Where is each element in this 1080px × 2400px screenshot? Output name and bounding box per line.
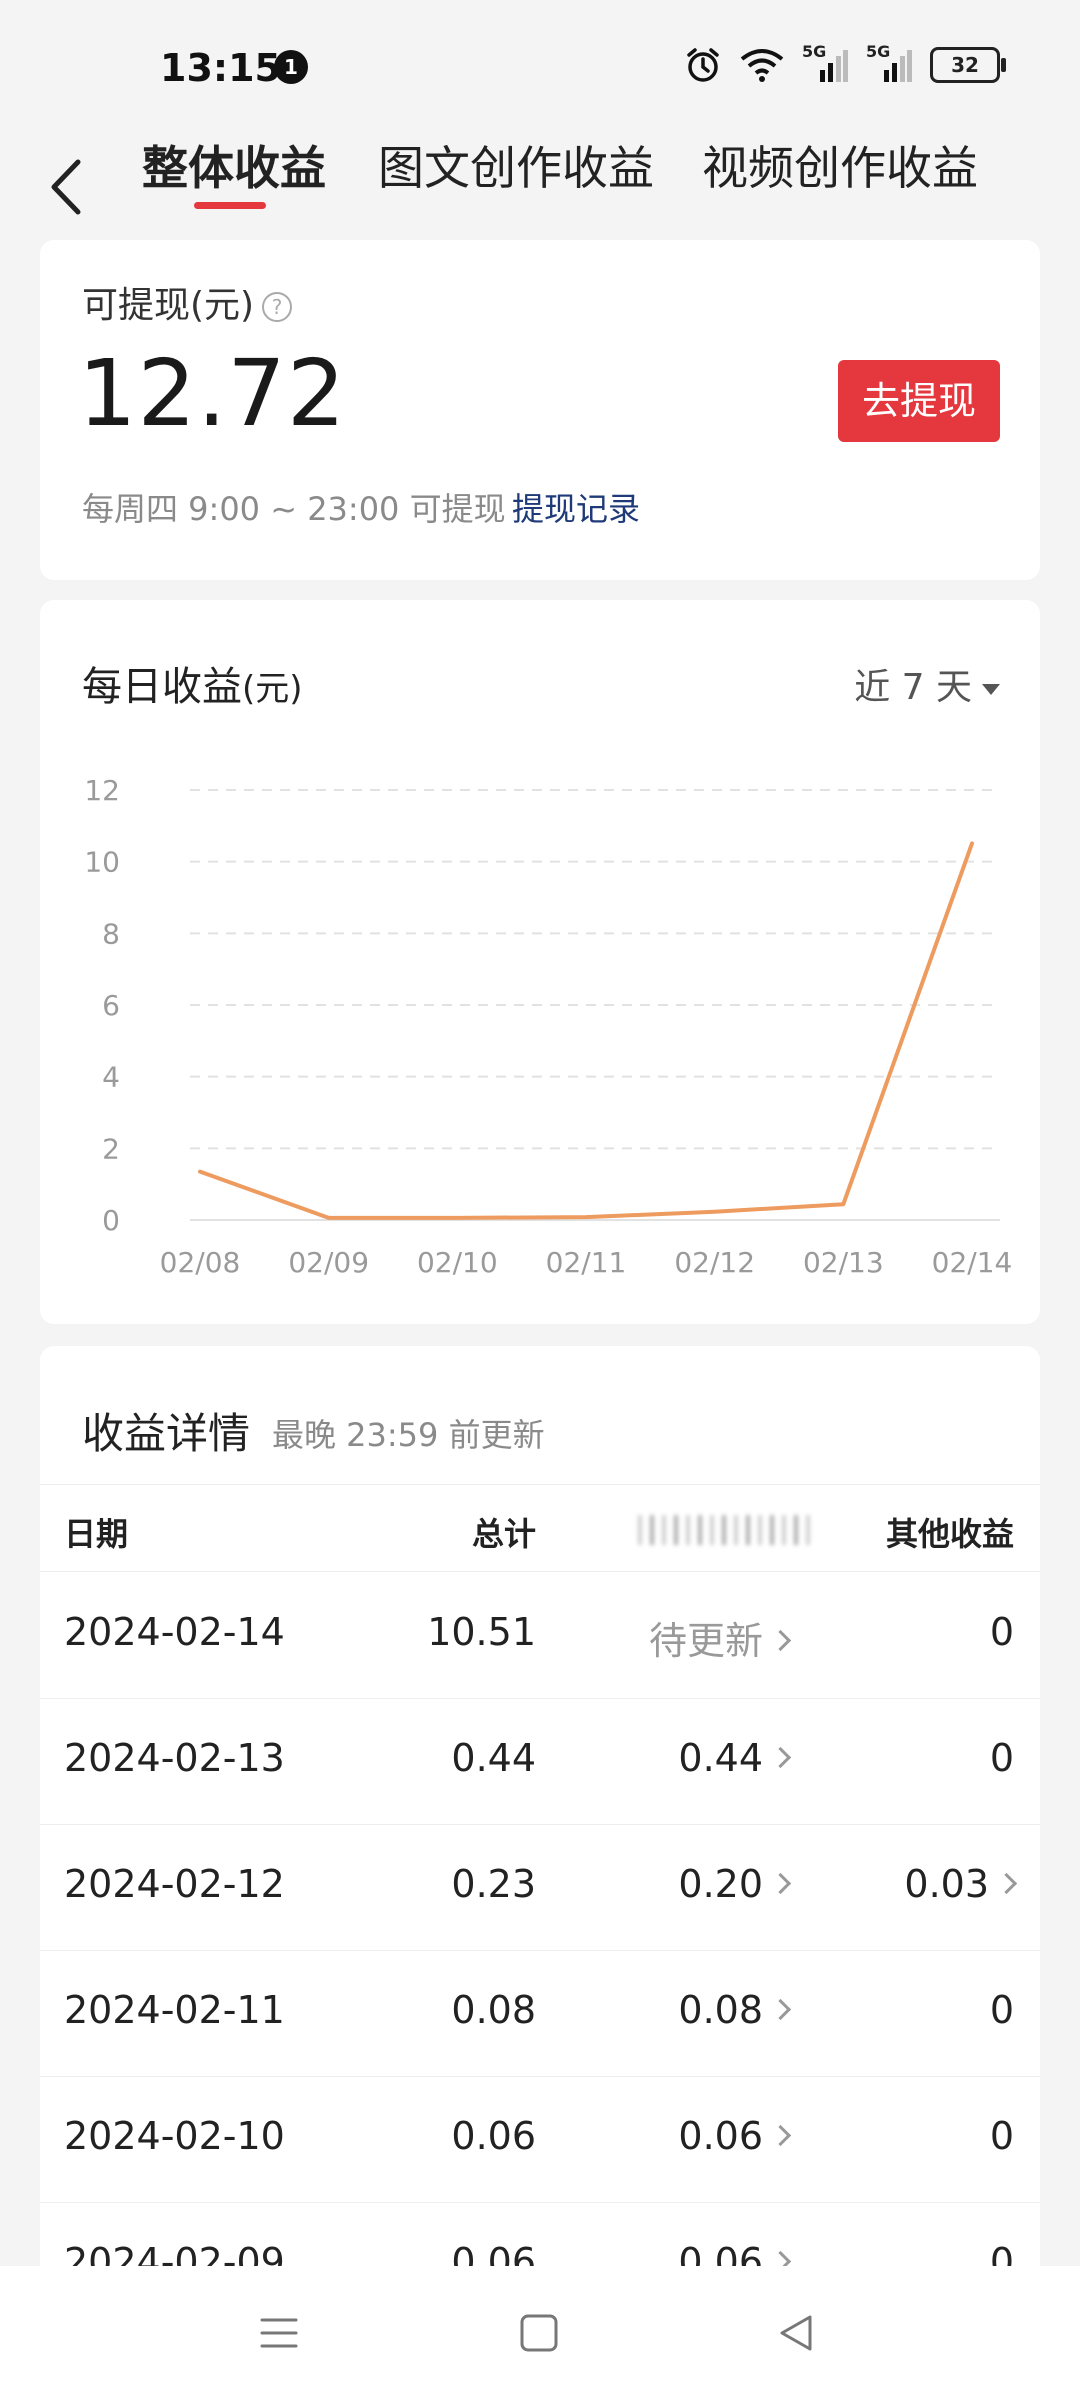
row-category[interactable]: 0.44 bbox=[678, 1736, 792, 1780]
row-total: 0.08 bbox=[451, 1988, 536, 2032]
x-tick-label: 02/09 bbox=[288, 1246, 369, 1279]
chevron-right-icon bbox=[769, 1629, 792, 1652]
active-tab-indicator bbox=[194, 202, 266, 209]
battery-icon: 32 bbox=[930, 47, 1006, 83]
balance-card: 可提现(元)? 12.72 去提现 每周四 9:00 ~ 23:00 可提现 提… bbox=[40, 240, 1040, 580]
chevron-right-icon bbox=[995, 1872, 1018, 1895]
chevron-left-icon bbox=[51, 159, 81, 215]
y-tick-label: 2 bbox=[102, 1132, 120, 1165]
chevron-right-icon bbox=[769, 1746, 792, 1769]
row-other: 0 bbox=[989, 2114, 1014, 2158]
x-tick-label: 02/13 bbox=[803, 1246, 884, 1279]
withdraw-button[interactable]: 去提现 bbox=[838, 360, 1000, 442]
chevron-right-icon bbox=[769, 1872, 792, 1895]
data-point bbox=[970, 841, 974, 845]
header-obscured bbox=[630, 1515, 810, 1545]
withdraw-record-link[interactable]: 提现记录 bbox=[512, 484, 640, 530]
data-point bbox=[455, 1216, 459, 1220]
row-other[interactable]: 0.03 bbox=[904, 1862, 1018, 1906]
row-total: 0.44 bbox=[451, 1736, 536, 1780]
back-nav-button[interactable] bbox=[776, 2312, 818, 2358]
tab-article[interactable]: 图文创作收益 bbox=[378, 132, 654, 198]
series-line bbox=[198, 841, 974, 1220]
x-tick-label: 02/12 bbox=[674, 1246, 755, 1279]
notification-badge: 1 bbox=[274, 50, 308, 84]
daily-earnings-chart: 0 2 4 6 8 10 12 02/08 02/09 02/10 02/11 02/12 02/13 0… bbox=[84, 774, 1013, 1279]
row-total: 0.23 bbox=[451, 1862, 536, 1906]
clock: 13:15 bbox=[160, 46, 281, 90]
y-tick-label: 8 bbox=[102, 917, 120, 950]
table-row[interactable]: 2024-02-14 10.51 待更新 0 bbox=[40, 1572, 1040, 1699]
row-other: 0 bbox=[989, 1736, 1014, 1780]
home-icon bbox=[520, 2314, 558, 2352]
row-date: 2024-02-14 bbox=[64, 1610, 285, 1654]
header-date: 日期 bbox=[64, 1515, 129, 1553]
row-other: 0 bbox=[989, 1610, 1014, 1654]
header-total: 总计 bbox=[471, 1515, 536, 1553]
row-total: 0.06 bbox=[451, 2114, 536, 2158]
table-row[interactable]: 2024-02-10 0.06 0.06 0 bbox=[40, 2076, 1040, 2203]
tab-overall[interactable]: 整体收益 bbox=[142, 132, 326, 198]
withdraw-note: 每周四 9:00 ~ 23:00 可提现 bbox=[82, 490, 506, 528]
row-total: 10.51 bbox=[427, 1610, 536, 1654]
range-selector[interactable]: 近 7 天 bbox=[854, 658, 1000, 710]
row-category[interactable]: 待更新 bbox=[649, 1610, 792, 1665]
row-category[interactable]: 0.06 bbox=[678, 2114, 792, 2158]
x-tick-label: 02/11 bbox=[546, 1246, 627, 1279]
details-subtitle: 最晚 23:59 前更新 bbox=[272, 1416, 545, 1454]
triangle-back-icon bbox=[780, 2315, 812, 2351]
x-tick-label: 02/10 bbox=[417, 1246, 498, 1279]
data-point bbox=[198, 1170, 202, 1174]
signal-icon-1: 5G bbox=[802, 42, 848, 84]
home-button[interactable] bbox=[518, 2312, 560, 2358]
x-tick-label: 02/08 bbox=[160, 1246, 241, 1279]
daily-earnings-card: 每日收益(元) 近 7 天 0 2 4 6 8 10 12 02/08 02/09 02/10 02… bbox=[40, 600, 1040, 1324]
row-date: 2024-02-12 bbox=[64, 1862, 285, 1906]
header-other: 其他收益 bbox=[885, 1515, 1014, 1553]
balance-label: 可提现(元)? bbox=[82, 276, 293, 328]
signal-icon-2: 5G bbox=[866, 42, 912, 84]
menu-button[interactable] bbox=[258, 2312, 300, 2358]
help-icon[interactable]: ? bbox=[262, 292, 293, 322]
data-point bbox=[841, 1202, 845, 1206]
row-category[interactable]: 0.20 bbox=[678, 1862, 792, 1906]
caret-down-icon bbox=[982, 683, 1000, 695]
wifi-icon bbox=[740, 47, 784, 83]
data-point bbox=[327, 1216, 331, 1220]
details-title: 收益详情 bbox=[82, 1409, 251, 1458]
table-row[interactable]: 2024-02-11 0.08 0.08 0 bbox=[40, 1950, 1040, 2077]
table-row[interactable]: 2024-02-13 0.44 0.44 0 bbox=[40, 1698, 1040, 1825]
row-date: 2024-02-13 bbox=[64, 1736, 285, 1780]
chevron-right-icon bbox=[769, 2124, 792, 2147]
row-other: 0 bbox=[989, 1988, 1014, 2032]
y-tick-label: 0 bbox=[102, 1204, 120, 1237]
system-nav-bar bbox=[0, 2266, 1080, 2400]
top-nav: 整体收益 图文创作收益 视频创作收益 bbox=[0, 120, 1080, 230]
menu-icon bbox=[260, 2318, 298, 2348]
details-card: 收益详情 最晚 23:59 前更新 日期 总计 其他收益 2024-02-14 1… bbox=[40, 1346, 1040, 2396]
back-button[interactable] bbox=[40, 142, 100, 222]
x-tick-label: 02/14 bbox=[932, 1246, 1013, 1279]
row-date: 2024-02-11 bbox=[64, 1988, 285, 2032]
balance-amount: 12.72 bbox=[78, 340, 347, 447]
tab-video[interactable]: 视频创作收益 bbox=[702, 132, 978, 198]
y-tick-label: 12 bbox=[84, 774, 120, 807]
row-date: 2024-02-10 bbox=[64, 2114, 285, 2158]
y-tick-label: 10 bbox=[84, 846, 120, 879]
status-icons: 5G 5G 32 bbox=[684, 42, 1006, 84]
status-bar: 13:15 1 5G 5G 32 bbox=[0, 0, 1080, 130]
chart-title: 每日收益(元) bbox=[82, 664, 303, 710]
data-point bbox=[713, 1210, 717, 1214]
data-point bbox=[584, 1215, 588, 1219]
table-row[interactable]: 2024-02-12 0.23 0.20 0.03 bbox=[40, 1824, 1040, 1951]
row-category[interactable]: 0.08 bbox=[678, 1988, 792, 2032]
y-tick-label: 6 bbox=[102, 989, 120, 1022]
table-header: 日期 总计 其他收益 bbox=[40, 1484, 1040, 1572]
y-tick-label: 4 bbox=[102, 1061, 120, 1094]
chevron-right-icon bbox=[769, 1998, 792, 2021]
alarm-icon bbox=[684, 46, 722, 84]
